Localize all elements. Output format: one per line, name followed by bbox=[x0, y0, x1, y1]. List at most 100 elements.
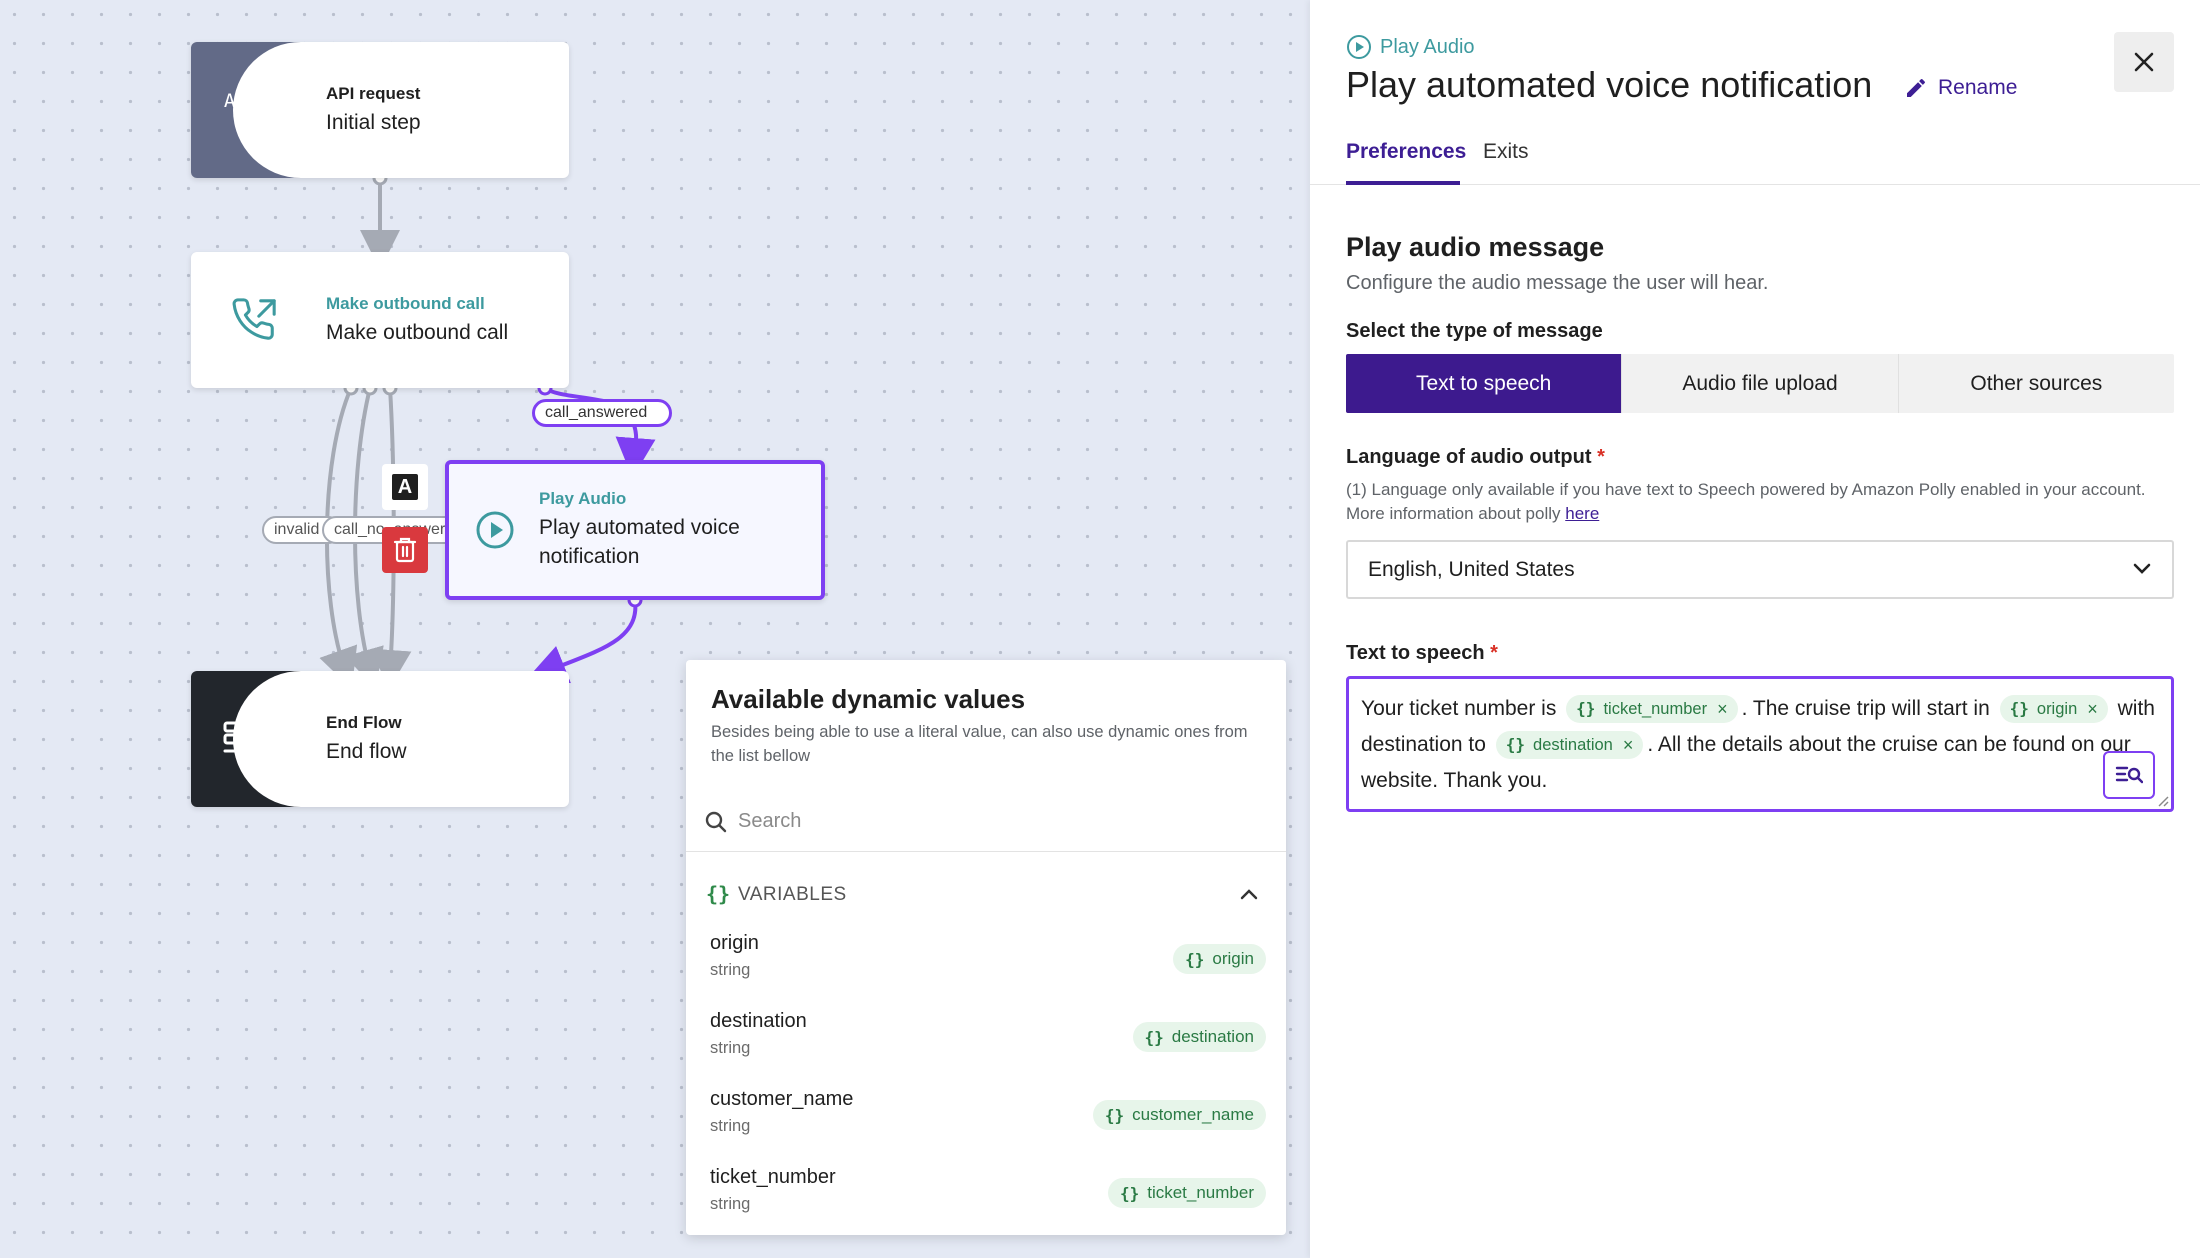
chevron-down-icon bbox=[2132, 562, 2152, 576]
pencil-icon bbox=[1904, 76, 1928, 100]
chip-label: ticket_number bbox=[1147, 1183, 1254, 1203]
tts-variable-chip[interactable]: {}destination× bbox=[1496, 731, 1644, 759]
tts-variable-chip[interactable]: {}origin× bbox=[2000, 695, 2108, 723]
message-type-audio-upload[interactable]: Audio file upload bbox=[1622, 354, 1898, 413]
language-label-text: Language of audio output bbox=[1346, 446, 1592, 468]
chip-label: destination bbox=[1172, 1027, 1254, 1047]
language-select[interactable]: English, United States bbox=[1346, 540, 2174, 599]
chip-label: origin bbox=[1212, 949, 1254, 969]
variable-chip[interactable]: {} destination bbox=[1133, 1022, 1267, 1052]
flow-canvas[interactable]: API⟷ API request Initial step Make outbo… bbox=[0, 0, 1310, 1258]
rename-button[interactable]: Rename bbox=[1904, 76, 2017, 100]
required-mark: * bbox=[1490, 642, 1498, 664]
tts-label-text: Text to speech bbox=[1346, 642, 1485, 664]
tab-exits[interactable]: Exits bbox=[1483, 140, 1543, 185]
tab-preferences[interactable]: Preferences bbox=[1346, 140, 1460, 185]
dynamic-values-popover: Available dynamic values Besides being a… bbox=[686, 660, 1286, 1235]
braces-icon: {} bbox=[1185, 950, 1204, 969]
node-end-flow[interactable]: End Flow End flow bbox=[191, 671, 569, 807]
phone-outgoing-icon bbox=[205, 252, 305, 388]
variable-row[interactable]: destination string {}destination bbox=[710, 1010, 1266, 1080]
resize-grip-icon[interactable] bbox=[2155, 793, 2169, 807]
edge-play-to-end bbox=[545, 600, 635, 672]
braces-icon: {} bbox=[1120, 1184, 1139, 1203]
label-glyph: A bbox=[398, 476, 412, 499]
chip-label: origin bbox=[2037, 691, 2077, 727]
node-play-audio[interactable]: Play Audio Play automated voice notifica… bbox=[445, 460, 825, 600]
chip-remove-icon[interactable]: × bbox=[2087, 691, 2098, 727]
message-type-label: Select the type of message bbox=[1346, 320, 1603, 343]
node-api-request[interactable]: API⟷ API request Initial step bbox=[191, 42, 569, 178]
section-subtitle: Configure the audio message the user wil… bbox=[1346, 272, 1768, 295]
braces-icon: {} bbox=[706, 882, 730, 906]
message-type-selector: Text to speech Audio file upload Other s… bbox=[1346, 354, 2174, 413]
node-kind: API request bbox=[326, 84, 421, 104]
node-kind: End Flow bbox=[326, 713, 407, 733]
search-input[interactable] bbox=[738, 804, 1238, 838]
tts-variable-chip[interactable]: {}ticket_number× bbox=[1566, 695, 1737, 723]
variable-row[interactable]: customer_name string {}customer_name bbox=[710, 1088, 1266, 1158]
variable-chip[interactable]: {} customer_name bbox=[1093, 1100, 1266, 1130]
braces-icon: {} bbox=[2010, 691, 2029, 727]
node-settings-panel: Play Audio Play automated voice notifica… bbox=[1310, 0, 2200, 1258]
node-name: Make outbound call bbox=[326, 318, 508, 347]
braces-icon: {} bbox=[1145, 1028, 1164, 1047]
chip-remove-icon[interactable]: × bbox=[1623, 727, 1634, 763]
message-type-other-sources[interactable]: Other sources bbox=[1899, 354, 2174, 413]
chip-label: ticket_number bbox=[1603, 691, 1707, 727]
variable-chip[interactable]: {} ticket_number bbox=[1108, 1178, 1266, 1208]
close-panel-button[interactable] bbox=[2114, 32, 2174, 92]
edge-label-call-answered[interactable]: call_answered bbox=[532, 399, 672, 427]
api-arrows-icon: API⟷ bbox=[191, 42, 291, 178]
rename-label: Rename bbox=[1938, 76, 2017, 100]
tts-text: Your ticket number is bbox=[1361, 697, 1556, 720]
node-kind: Play Audio bbox=[539, 489, 809, 509]
popover-title: Available dynamic values bbox=[711, 684, 1025, 715]
label-icon: A bbox=[392, 474, 418, 500]
panel-tabs: Preferences Exits bbox=[1310, 140, 2200, 185]
tts-text: . The cruise trip will start in bbox=[1742, 697, 1990, 720]
polly-info-link[interactable]: here bbox=[1565, 504, 1599, 523]
chevron-up-icon[interactable] bbox=[1240, 888, 1258, 900]
node-make-outbound-call[interactable]: Make outbound call Make outbound call bbox=[191, 252, 569, 388]
close-icon bbox=[2133, 51, 2155, 73]
variable-search bbox=[686, 790, 1286, 852]
variable-row[interactable]: ticket_number string {}ticket_number bbox=[710, 1166, 1266, 1235]
braces-icon: {} bbox=[1105, 1106, 1124, 1125]
panel-kind-label: Play Audio bbox=[1380, 36, 1475, 59]
edit-label-button[interactable]: A bbox=[382, 464, 428, 510]
node-name: Play automated voice notification bbox=[539, 513, 809, 571]
language-label: Language of audio output * bbox=[1346, 446, 1605, 469]
section-title: VARIABLES bbox=[738, 884, 847, 906]
language-note-text: (1) Language only available if you have … bbox=[1346, 480, 2146, 523]
message-type-text-to-speech[interactable]: Text to speech bbox=[1346, 354, 1622, 413]
play-circle-icon bbox=[1346, 34, 1372, 60]
end-flow-icon bbox=[191, 671, 291, 807]
language-value: English, United States bbox=[1368, 558, 1575, 582]
insert-variable-button[interactable] bbox=[2103, 751, 2155, 799]
node-name: Initial step bbox=[326, 108, 421, 137]
required-mark: * bbox=[1597, 446, 1605, 468]
variable-chip[interactable]: {} origin bbox=[1173, 944, 1266, 974]
section-title: Play audio message bbox=[1346, 232, 1604, 263]
panel-node-kind: Play Audio bbox=[1346, 34, 1475, 60]
panel-title: Play automated voice notification bbox=[1346, 64, 1872, 106]
braces-icon: {} bbox=[1576, 691, 1595, 727]
variable-row[interactable]: origin string {}origin bbox=[710, 932, 1266, 1002]
braces-icon: {} bbox=[1506, 727, 1525, 763]
node-name: End flow bbox=[326, 737, 407, 766]
popover-subtitle: Besides being able to use a literal valu… bbox=[711, 720, 1271, 768]
delete-edge-button[interactable] bbox=[382, 527, 428, 573]
search-icon bbox=[704, 810, 728, 834]
chip-remove-icon[interactable]: × bbox=[1717, 691, 1728, 727]
play-circle-icon bbox=[475, 510, 515, 555]
tts-textarea[interactable]: Your ticket number is {}ticket_number×. … bbox=[1346, 676, 2174, 812]
chip-label: destination bbox=[1533, 727, 1613, 763]
language-note: (1) Language only available if you have … bbox=[1346, 478, 2166, 526]
tts-label: Text to speech * bbox=[1346, 642, 1498, 665]
variables-section-header[interactable]: {} VARIABLES bbox=[706, 882, 1266, 912]
search-list-icon bbox=[2115, 764, 2143, 786]
node-kind: Make outbound call bbox=[326, 294, 508, 314]
trash-icon bbox=[393, 537, 417, 563]
chip-label: customer_name bbox=[1132, 1105, 1254, 1125]
